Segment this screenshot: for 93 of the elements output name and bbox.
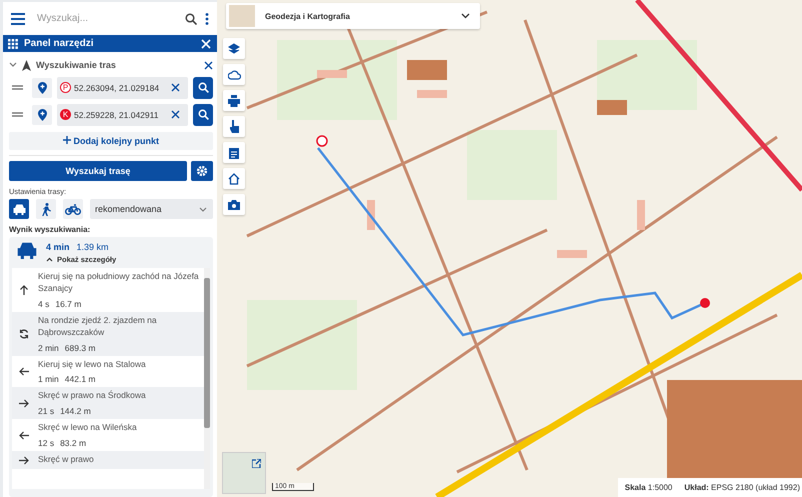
route-step[interactable]: Na rondzie zjedź 2. zjazdem na Dąbrowszczaków 2 min 689.3 m bbox=[12, 312, 204, 356]
chevron-up-icon bbox=[46, 257, 53, 262]
arrow-up-icon bbox=[18, 284, 30, 295]
step-time: 4 s bbox=[38, 298, 50, 309]
clear-icon[interactable] bbox=[171, 83, 180, 92]
home-button[interactable] bbox=[223, 168, 245, 189]
clear-icon[interactable] bbox=[171, 110, 180, 119]
more-icon[interactable] bbox=[205, 12, 209, 24]
step-time: 12 s bbox=[38, 438, 54, 448]
step-instruction: Na rondzie zjedź 2. zjazdem na Dąbrowszczaków bbox=[38, 314, 158, 339]
travel-mode-button[interactable] bbox=[9, 199, 29, 219]
step-instruction: Kieruj się w lewo na Stalowa bbox=[38, 358, 146, 370]
navigation-icon bbox=[22, 60, 31, 70]
close-icon[interactable] bbox=[204, 60, 213, 70]
step-instruction: Skręć w prawo na Środkowa bbox=[38, 390, 146, 402]
camera-button[interactable] bbox=[223, 194, 245, 215]
search-bar[interactable]: Wyszukaj... bbox=[3, 2, 217, 35]
coordinate-system-readout: Układ: EPSG 2180 (układ 1992) bbox=[684, 483, 800, 492]
scrollbar[interactable] bbox=[204, 268, 210, 489]
grid-icon bbox=[8, 38, 18, 48]
drag-handle-icon[interactable] bbox=[12, 112, 23, 117]
route-step[interactable]: Kieruj się w lewo na Stalowa 1 min 442.1 m bbox=[12, 356, 204, 388]
roundabout-icon bbox=[18, 328, 30, 339]
search-button[interactable] bbox=[193, 76, 213, 98]
search-icon bbox=[198, 82, 208, 93]
print-icon bbox=[228, 94, 240, 106]
settings-icon bbox=[196, 165, 208, 177]
panel-title: Panel narzędzi bbox=[24, 38, 94, 49]
cloud-button[interactable] bbox=[223, 64, 245, 85]
layer-selector[interactable]: Geodezja i Kartografia bbox=[226, 3, 480, 29]
chevron-icon[interactable] bbox=[9, 62, 17, 68]
step-instruction: Kieruj się na południowy zachód na Józefa Szanajcy bbox=[38, 271, 200, 295]
step-time: 2 min bbox=[38, 342, 59, 353]
result-label: Wynik wyszukiwania: bbox=[9, 225, 92, 234]
route-time: 4 min bbox=[46, 242, 70, 252]
step-distance: 16.7 m bbox=[55, 298, 82, 309]
clipboard-button[interactable] bbox=[223, 142, 245, 163]
settings-button[interactable] bbox=[191, 161, 213, 181]
menu-icon[interactable] bbox=[11, 12, 25, 24]
chevron-down-icon bbox=[461, 13, 470, 19]
arrow-left-icon bbox=[18, 367, 30, 376]
add-point-button[interactable]: Dodaj kolejny punkt bbox=[9, 132, 213, 150]
camera-icon bbox=[228, 200, 240, 210]
step-time: 21 s bbox=[38, 406, 54, 416]
section-title: Wyszukiwanie tras bbox=[36, 60, 117, 70]
search-icon[interactable] bbox=[185, 12, 197, 24]
start-marker bbox=[316, 135, 328, 147]
chevron-down-icon bbox=[199, 206, 207, 212]
layers-button[interactable] bbox=[223, 38, 245, 59]
drag-handle-icon[interactable] bbox=[12, 85, 23, 90]
end-marker bbox=[700, 298, 710, 308]
step-distance: 83.2 m bbox=[60, 438, 86, 448]
scale-readout: Skala 1:5000 bbox=[624, 483, 672, 492]
travel-mode-button[interactable] bbox=[63, 199, 83, 219]
home-icon bbox=[228, 172, 240, 184]
route-type-dropdown[interactable]: rekomendowana bbox=[90, 199, 213, 219]
bicycle-icon bbox=[65, 204, 81, 214]
car-icon bbox=[12, 204, 26, 214]
route-step[interactable]: Skręć w prawo na Środkowa 21 s 144.2 m bbox=[12, 387, 204, 420]
step-distance: 689.3 m bbox=[64, 342, 96, 353]
search-icon bbox=[198, 109, 208, 120]
cloud-icon bbox=[228, 70, 240, 80]
coordinate-field[interactable]: P 52.263094, 21.029184 bbox=[57, 76, 188, 98]
marker-badge: K bbox=[60, 109, 71, 120]
pointer-button[interactable] bbox=[223, 116, 245, 137]
step-instruction: Skręć w prawo bbox=[38, 454, 94, 466]
arrow-right-icon bbox=[18, 456, 30, 465]
print-button[interactable] bbox=[223, 90, 245, 111]
car-icon bbox=[16, 242, 38, 259]
marker-badge: P bbox=[60, 82, 71, 93]
coordinate-field[interactable]: K 52.259228, 21.042911 bbox=[57, 104, 188, 126]
route-step[interactable]: Skręć w prawo bbox=[12, 451, 204, 470]
external-link-icon[interactable] bbox=[252, 459, 261, 468]
pin-icon bbox=[38, 82, 46, 94]
step-distance: 144.2 m bbox=[60, 406, 91, 416]
step-distance: 442.1 m bbox=[64, 374, 96, 384]
search-button[interactable] bbox=[193, 104, 213, 126]
find-route-button[interactable]: Wyszukaj trasę bbox=[9, 161, 187, 181]
walking-person-icon bbox=[42, 202, 50, 216]
locate-button[interactable] bbox=[32, 78, 52, 98]
step-time: 1 min bbox=[38, 374, 59, 384]
plus-icon bbox=[62, 136, 71, 144]
arrow-left-icon bbox=[18, 430, 30, 440]
locate-button[interactable] bbox=[32, 104, 52, 124]
arrow-right-icon bbox=[18, 398, 30, 408]
pin-icon bbox=[38, 108, 46, 120]
clipboard-icon bbox=[229, 146, 239, 158]
hand-pointer-icon bbox=[228, 120, 240, 133]
step-instruction: Skręć w lewo na Wileńska bbox=[38, 422, 137, 434]
layers-icon bbox=[228, 42, 240, 54]
travel-mode-button[interactable] bbox=[36, 199, 56, 219]
map-thumbnail bbox=[229, 5, 255, 27]
route-distance: 1.39 km bbox=[76, 242, 109, 252]
